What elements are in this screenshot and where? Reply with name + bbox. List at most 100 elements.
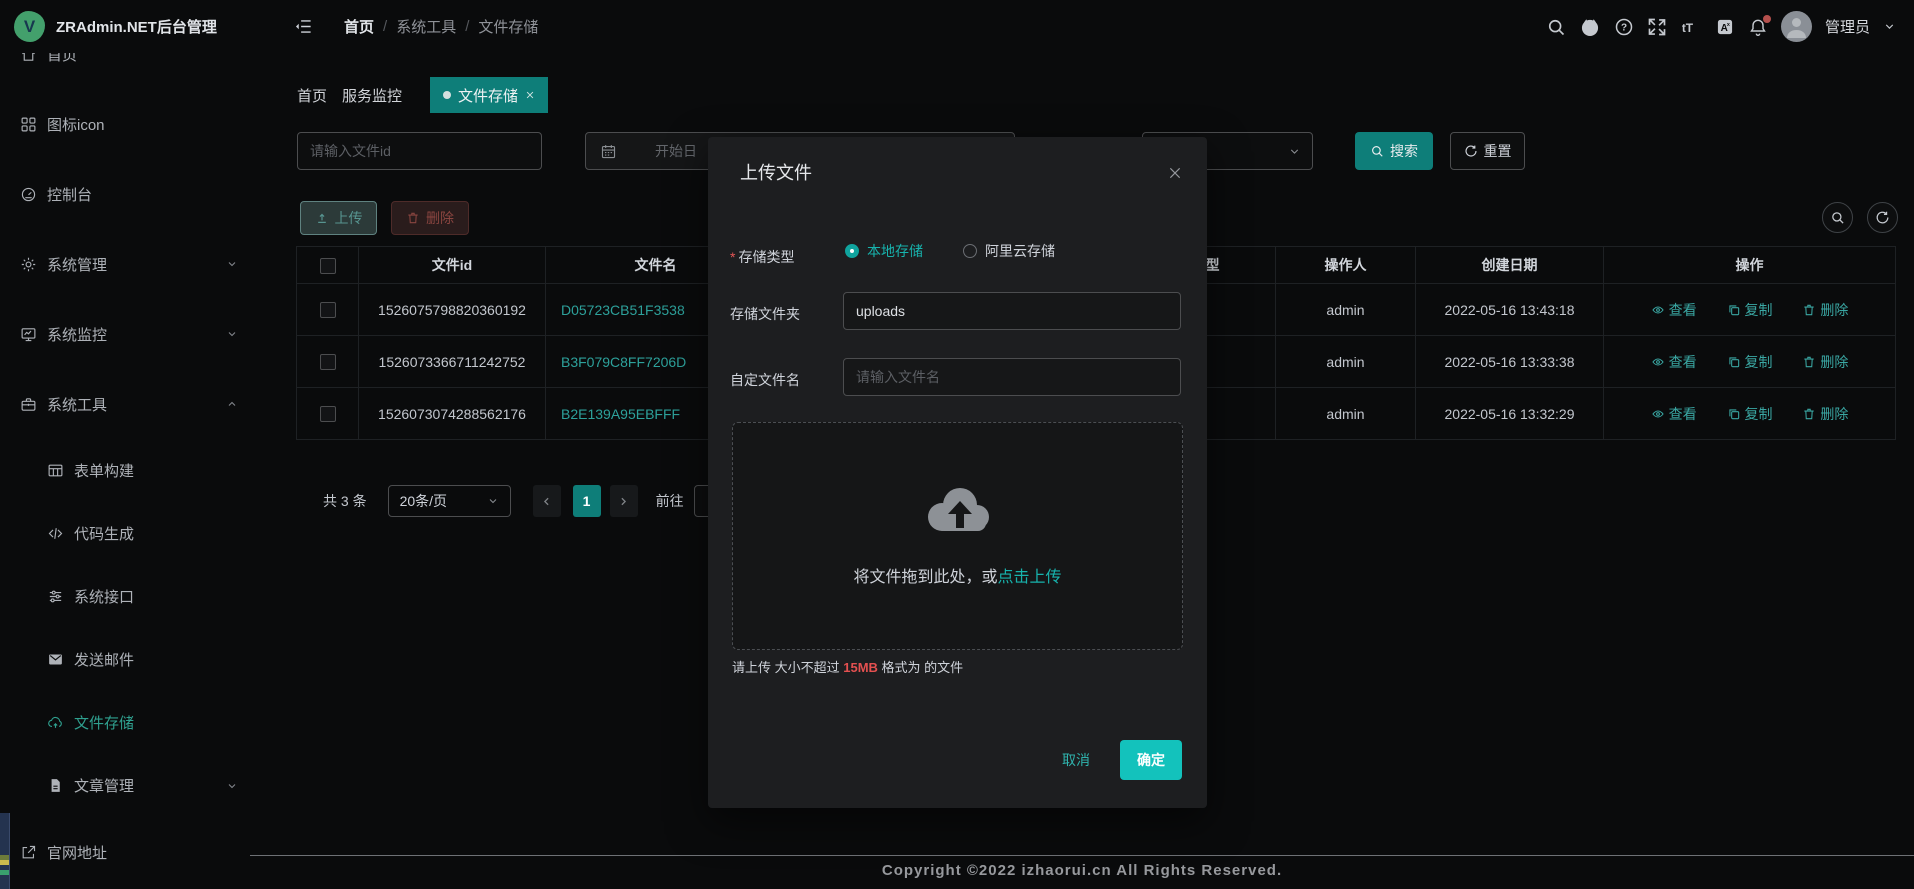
folder-label: 存储文件夹 (730, 304, 800, 324)
active-dot-icon (443, 91, 451, 99)
tab-service-monitor[interactable]: 服务监控 (342, 85, 402, 106)
row-checkbox[interactable] (320, 406, 336, 422)
sidebar-item-system-admin[interactable]: 系统管理 (0, 229, 250, 299)
delete-button-label: 删除 (426, 208, 454, 228)
chevron-down-icon (226, 780, 238, 792)
sidebar-item-label: 发送邮件 (74, 649, 238, 670)
copyright-text: Copyright ©2022 izhaorui.cn All Rights R… (250, 862, 1914, 879)
chevron-down-icon (226, 258, 238, 270)
delete-button[interactable]: 删除 (391, 201, 469, 235)
notifications-button[interactable] (1748, 17, 1768, 37)
breadcrumb-home[interactable]: 首页 (344, 16, 374, 37)
view-link[interactable]: 查看 (1651, 352, 1697, 372)
sliders-icon (47, 588, 64, 605)
sidebar-item-label: 文章管理 (74, 775, 216, 796)
chevron-down-icon (226, 328, 238, 340)
search-button[interactable]: 搜索 (1355, 132, 1433, 170)
next-page-button[interactable] (610, 485, 638, 517)
cancel-button[interactable]: 取消 (1062, 750, 1090, 770)
browser-edge-artifact (0, 813, 10, 889)
file-id-input[interactable]: 请输入文件id (297, 132, 542, 170)
copy-label: 复制 (1745, 404, 1773, 424)
pagination: 共 3 条 20条/页 1 前往 (296, 485, 750, 517)
delete-link[interactable]: 删除 (1802, 300, 1848, 320)
page-number-current[interactable]: 1 (573, 485, 601, 517)
dialog-footer: 取消 确定 (1062, 740, 1182, 780)
sidebar-item-label: 代码生成 (74, 523, 238, 544)
delete-link[interactable]: 删除 (1802, 404, 1848, 424)
file-name-link[interactable]: B3F079C8FF7206D (561, 354, 686, 370)
footer-divider (250, 855, 1914, 856)
filename-input[interactable]: 请输入文件名 (843, 358, 1181, 396)
sidebar-item-label: 文件存储 (74, 712, 238, 733)
sidebar-item-official-site[interactable]: 官网地址 (0, 817, 250, 887)
row-checkbox[interactable] (320, 302, 336, 318)
sidebar-item-file-storage[interactable]: 文件存储 (0, 691, 250, 754)
refresh-icon (1875, 210, 1890, 225)
github-icon[interactable] (1579, 16, 1601, 38)
view-link[interactable]: 查看 (1651, 300, 1697, 320)
toggle-search-button[interactable] (1822, 202, 1853, 233)
radio-local-storage[interactable]: 本地存储 (845, 241, 923, 261)
file-name-link[interactable]: B2E139A95EBFFF (561, 406, 680, 422)
avatar[interactable] (1781, 11, 1812, 42)
sidebar-item-code-gen[interactable]: 代码生成 (0, 502, 250, 565)
click-upload-link[interactable]: 点击上传 (998, 569, 1062, 586)
translate-icon[interactable]: Ax (1715, 17, 1735, 37)
filename-label: 自定文件名 (730, 370, 800, 390)
close-icon[interactable] (525, 90, 535, 100)
chevron-left-icon (540, 495, 553, 508)
close-icon[interactable] (1167, 165, 1183, 181)
confirm-button[interactable]: 确定 (1120, 740, 1182, 780)
tab-file-storage[interactable]: 文件存储 (430, 77, 548, 113)
upload-button[interactable]: 上传 (300, 201, 377, 235)
delete-link[interactable]: 删除 (1802, 352, 1848, 372)
refresh-table-button[interactable] (1867, 202, 1898, 233)
mail-icon (47, 651, 64, 668)
copy-link[interactable]: 复制 (1727, 404, 1773, 424)
sidebar-item-icons[interactable]: 图标icon (0, 89, 250, 159)
trash-icon (406, 211, 420, 225)
file-name-link[interactable]: D05723CB51F3538 (561, 302, 685, 318)
sidebar-item-system-monitor[interactable]: 系统监控 (0, 299, 250, 369)
sidebar-collapse-button[interactable] (294, 17, 313, 36)
help-icon[interactable]: ? (1614, 17, 1634, 37)
user-name[interactable]: 管理员 (1825, 16, 1870, 37)
cell-created: 2022-05-16 13:32:29 (1416, 388, 1604, 440)
code-icon (47, 525, 64, 542)
upload-dropzone[interactable]: 将文件拖到此处，或点击上传 (732, 422, 1183, 650)
chevron-down-icon[interactable] (1883, 20, 1896, 33)
reset-button[interactable]: 重置 (1450, 132, 1525, 170)
select-all-checkbox[interactable] (320, 258, 336, 274)
breadcrumb-system-tools[interactable]: 系统工具 (396, 16, 456, 37)
sidebar-item-console[interactable]: 控制台 (0, 159, 250, 229)
tags-view: 首页 服务监控 文件存储 (297, 77, 548, 113)
row-checkbox[interactable] (320, 354, 336, 370)
font-size-icon[interactable]: tT (1680, 16, 1702, 38)
breadcrumb-separator: / (383, 18, 387, 35)
sidebar-item-form-builder[interactable]: 表单构建 (0, 439, 250, 502)
toolbox-icon (20, 396, 37, 413)
table-icon (47, 462, 64, 479)
sidebar-item-system-api[interactable]: 系统接口 (0, 565, 250, 628)
sidebar-item-label: 系统监控 (47, 324, 216, 345)
fullscreen-icon[interactable] (1647, 17, 1667, 37)
sidebar-item-article-admin[interactable]: 文章管理 (0, 754, 250, 817)
reset-button-label: 重置 (1484, 141, 1512, 161)
page-size-select[interactable]: 20条/页 (388, 485, 511, 517)
prev-page-button[interactable] (533, 485, 561, 517)
view-link[interactable]: 查看 (1651, 404, 1697, 424)
refresh-icon (1464, 144, 1478, 158)
sidebar-item-send-mail[interactable]: 发送邮件 (0, 628, 250, 691)
search-icon[interactable] (1546, 17, 1566, 37)
col-operator: 操作人 (1276, 247, 1416, 284)
sidebar-item-system-tools[interactable]: 系统工具 (0, 369, 250, 439)
copy-link[interactable]: 复制 (1727, 352, 1773, 372)
folder-input[interactable]: uploads (843, 292, 1181, 330)
navbar-actions: ? tT Ax 管理员 (1546, 0, 1896, 53)
copy-link[interactable]: 复制 (1727, 300, 1773, 320)
radio-aliyun-storage[interactable]: 阿里云存储 (963, 241, 1055, 261)
tab-home[interactable]: 首页 (297, 85, 327, 106)
copy-icon (1727, 407, 1741, 421)
cell-file-id: 1526073074288562176 (359, 388, 546, 440)
